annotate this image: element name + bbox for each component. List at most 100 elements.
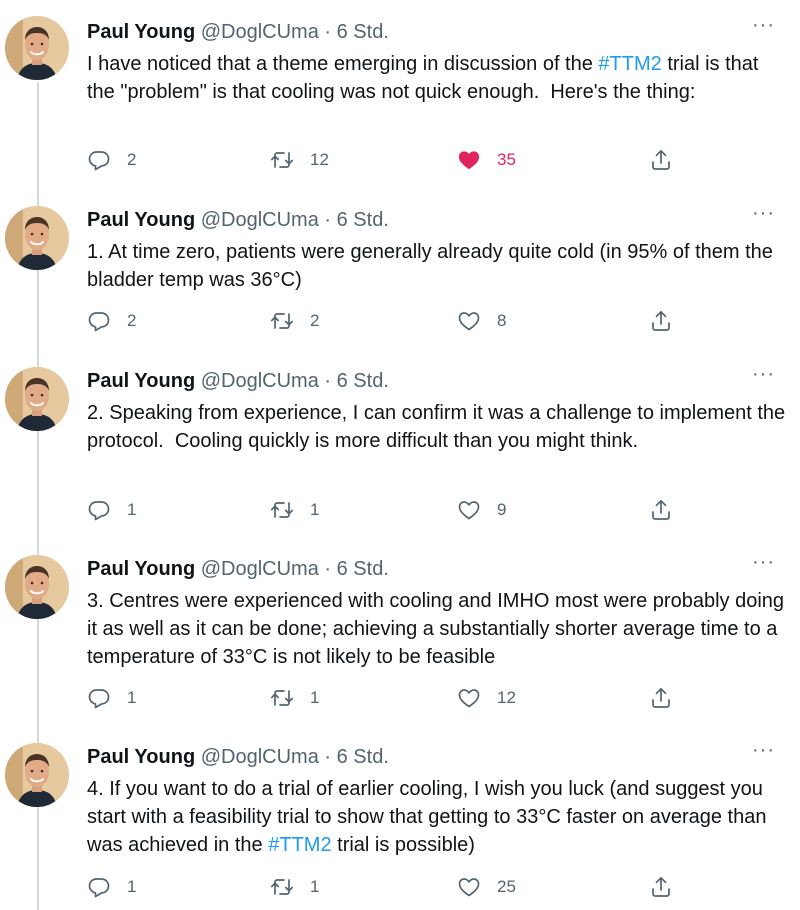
retweet-count: 2 [310, 311, 320, 330]
share-button[interactable] [649, 148, 673, 172]
heart-icon [457, 309, 481, 333]
hashtag-link[interactable]: #TTM2 [268, 834, 331, 856]
tweet-header: Paul Young @DoglCUma · 6 Std. [87, 206, 787, 234]
author-handle[interactable]: @DoglCUma [201, 370, 319, 392]
tweet-header: Paul Young @DoglCUma · 6 Std. [87, 367, 787, 395]
tweet-header: Paul Young @DoglCUma · 6 Std. [87, 18, 787, 46]
reply-count: 2 [127, 150, 137, 169]
tweet-text: 1. At time zero, patients were generally… [87, 238, 787, 294]
author-name[interactable]: Paul Young [87, 558, 195, 580]
timestamp[interactable]: 6 Std. [337, 209, 389, 231]
reply-button[interactable]: 1 [87, 686, 136, 710]
separator-dot: · [324, 21, 332, 43]
share-button[interactable] [649, 686, 673, 710]
share-button[interactable] [649, 309, 673, 333]
retweet-count: 1 [310, 688, 320, 707]
retweet-button[interactable]: 2 [270, 309, 319, 333]
like-count: 8 [497, 311, 507, 330]
reply-icon [87, 875, 111, 899]
separator-dot: · [324, 746, 332, 768]
text-segment: 2. Speaking from experience, I can confi… [87, 402, 791, 452]
author-handle[interactable]: @DoglCUma [201, 209, 319, 231]
retweet-button[interactable]: 1 [270, 875, 319, 899]
share-icon [649, 498, 673, 522]
tweet-text: 2. Speaking from experience, I can confi… [87, 399, 787, 455]
retweet-count: 1 [310, 877, 320, 896]
timestamp[interactable]: 6 Std. [337, 370, 389, 392]
retweet-button[interactable]: 1 [270, 498, 319, 522]
share-icon [649, 686, 673, 710]
author-handle[interactable]: @DoglCUma [201, 21, 319, 43]
tweet-text: 3. Centres were experienced with cooling… [87, 587, 787, 671]
author-name[interactable]: Paul Young [87, 370, 195, 392]
retweet-icon [270, 148, 294, 172]
like-count: 12 [497, 688, 516, 707]
like-count: 35 [497, 150, 516, 169]
reply-icon [87, 148, 111, 172]
retweet-icon [270, 498, 294, 522]
like-count: 9 [497, 500, 507, 519]
avatar[interactable] [5, 743, 69, 807]
avatar[interactable] [5, 206, 69, 270]
like-button[interactable]: 9 [457, 498, 506, 522]
reply-icon [87, 309, 111, 333]
reply-button[interactable]: 2 [87, 148, 136, 172]
heart-icon [457, 148, 481, 172]
separator-dot: · [324, 370, 332, 392]
reply-icon [87, 686, 111, 710]
share-button[interactable] [649, 498, 673, 522]
heart-icon [457, 875, 481, 899]
more-icon[interactable]: ··· [752, 739, 775, 762]
author-name[interactable]: Paul Young [87, 21, 195, 43]
like-count: 25 [497, 877, 516, 896]
timestamp[interactable]: 6 Std. [337, 746, 389, 768]
more-icon[interactable]: ··· [752, 551, 775, 574]
tweet-actions: 2 2 8 [87, 309, 687, 333]
timestamp[interactable]: 6 Std. [337, 21, 389, 43]
heart-icon [457, 498, 481, 522]
more-icon[interactable]: ··· [752, 14, 775, 37]
separator-dot: · [324, 209, 332, 231]
reply-button[interactable]: 1 [87, 498, 136, 522]
tweet-actions: 2 12 35 [87, 148, 687, 172]
reply-count: 2 [127, 311, 137, 330]
share-icon [649, 875, 673, 899]
author-name[interactable]: Paul Young [87, 209, 195, 231]
avatar[interactable] [5, 367, 69, 431]
like-button[interactable]: 8 [457, 309, 506, 333]
text-segment: 1. At time zero, patients were generally… [87, 241, 779, 291]
text-segment: trial is possible) [331, 834, 475, 856]
avatar[interactable] [5, 16, 69, 80]
tweet-header: Paul Young @DoglCUma · 6 Std. [87, 555, 787, 583]
text-segment: I have noticed that a theme emerging in … [87, 53, 599, 75]
retweet-button[interactable]: 1 [270, 686, 319, 710]
reply-count: 1 [127, 500, 137, 519]
reply-icon [87, 498, 111, 522]
share-button[interactable] [649, 875, 673, 899]
separator-dot: · [324, 558, 332, 580]
retweet-count: 1 [310, 500, 320, 519]
retweet-button[interactable]: 12 [270, 148, 329, 172]
reply-count: 1 [127, 688, 137, 707]
more-icon[interactable]: ··· [752, 202, 775, 225]
like-button[interactable]: 12 [457, 686, 516, 710]
reply-button[interactable]: 2 [87, 309, 136, 333]
avatar[interactable] [5, 555, 69, 619]
heart-icon [457, 686, 481, 710]
like-button[interactable]: 25 [457, 875, 516, 899]
tweet-actions: 1 1 12 [87, 686, 687, 710]
tweet-actions: 1 1 9 [87, 498, 687, 522]
tweet-text: 4. If you want to do a trial of earlier … [87, 775, 787, 859]
retweet-icon [270, 686, 294, 710]
reply-count: 1 [127, 877, 137, 896]
timestamp[interactable]: 6 Std. [337, 558, 389, 580]
author-handle[interactable]: @DoglCUma [201, 746, 319, 768]
more-icon[interactable]: ··· [752, 363, 775, 386]
hashtag-link[interactable]: #TTM2 [598, 53, 661, 75]
author-name[interactable]: Paul Young [87, 746, 195, 768]
reply-button[interactable]: 1 [87, 875, 136, 899]
text-segment: 3. Centres were experienced with cooling… [87, 590, 790, 668]
author-handle[interactable]: @DoglCUma [201, 558, 319, 580]
like-button[interactable]: 35 [457, 148, 516, 172]
retweet-icon [270, 309, 294, 333]
